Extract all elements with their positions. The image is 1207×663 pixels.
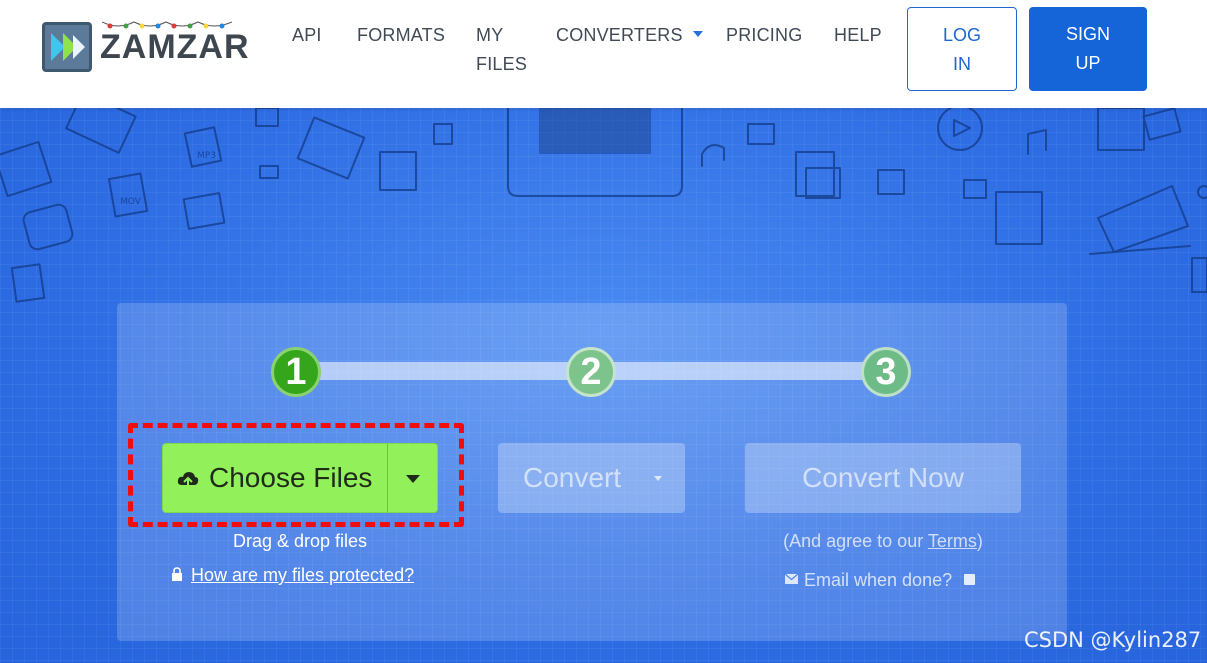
terms-link[interactable]: Terms — [928, 531, 977, 551]
svg-text:MP3: MP3 — [197, 151, 216, 161]
nav-converters[interactable]: CONVERTERS — [556, 21, 703, 50]
email-when-done-label: Email when done? — [804, 570, 953, 590]
agree-prefix: (And agree to our — [783, 531, 928, 551]
files-protected-link[interactable]: How are my files protected? — [191, 565, 414, 585]
lock-icon — [172, 567, 182, 582]
caret-down-icon — [654, 476, 662, 481]
caret-down-icon — [406, 475, 420, 483]
envelope-icon — [785, 574, 798, 585]
nav-my-files-line1: MY — [476, 25, 504, 45]
nav-pricing[interactable]: PRICING — [726, 21, 802, 50]
zamzar-logo[interactable]: ZAMZAR ™ — [40, 18, 249, 80]
choose-files-label: Choose Files — [209, 462, 373, 493]
nav-api[interactable]: API — [292, 21, 322, 50]
login-label-line2: IN — [953, 54, 971, 74]
logo-arrows-icon — [42, 22, 92, 72]
step-2-indicator: 2 — [566, 347, 616, 397]
svg-text:MOV: MOV — [120, 197, 142, 207]
signup-label-line2: UP — [1075, 53, 1101, 73]
login-label-line1: LOG — [942, 25, 981, 45]
upload-cloud-icon — [177, 472, 199, 489]
logo-trademark: ™ — [226, 34, 234, 43]
files-protected-row: How are my files protected? — [171, 563, 414, 587]
nav-help[interactable]: HELP — [834, 21, 882, 50]
watermark-text: CSDN @Kylin287 — [1024, 628, 1202, 652]
chevron-down-icon — [692, 31, 703, 38]
step-3-indicator: 3 — [861, 347, 911, 397]
nav-my-files[interactable]: MY FILES — [476, 21, 527, 79]
choose-files-button[interactable]: Choose Files — [163, 444, 387, 512]
convert-format-select[interactable]: Convert — [498, 443, 685, 513]
nav-formats[interactable]: FORMATS — [357, 21, 445, 50]
nav-my-files-line2: FILES — [476, 54, 528, 74]
nav-converters-label: CONVERTERS — [556, 25, 683, 45]
login-button[interactable]: LOG IN — [907, 7, 1017, 91]
choose-files-dropdown-button[interactable] — [387, 444, 439, 512]
convert-label: Convert — [523, 462, 622, 493]
drag-drop-hint: Drag & drop files — [232, 531, 368, 551]
choose-files-button-group: Choose Files — [162, 443, 438, 513]
top-header: ZAMZAR ™ API FORMATS MY FILES CONVERTERS… — [0, 0, 1207, 108]
signup-label-line1: SIGN — [1065, 24, 1110, 44]
convert-now-button[interactable]: Convert Now — [745, 443, 1021, 513]
file-doodles-illustration: MP3 MOV — [0, 108, 1207, 303]
email-when-done-row: Email when done? — [785, 568, 976, 592]
step-1-indicator: 1 — [271, 347, 321, 397]
terms-agreement: (And agree to our Terms) — [745, 529, 1021, 553]
signup-button[interactable]: SIGN UP — [1029, 7, 1147, 91]
agree-suffix: ) — [976, 531, 983, 551]
email-when-done-checkbox[interactable] — [964, 573, 976, 585]
